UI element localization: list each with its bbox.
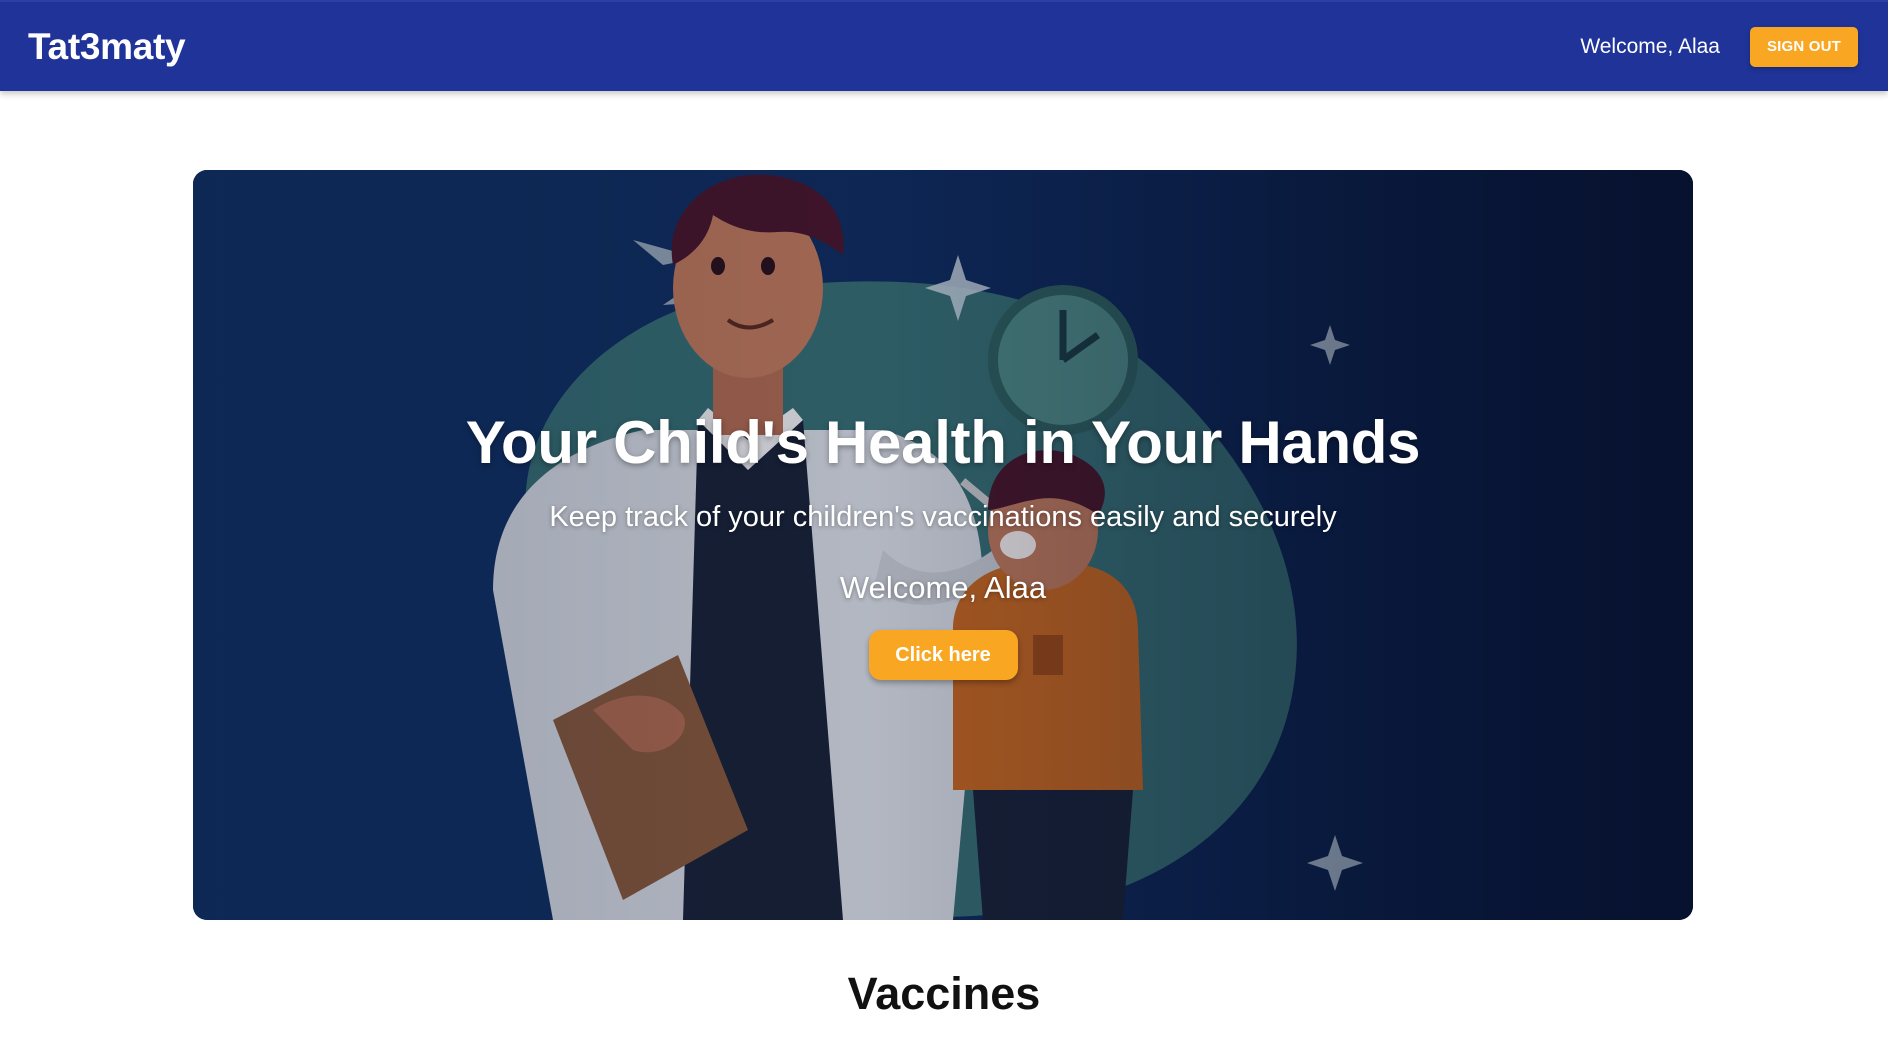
hero-subtitle: Keep track of your children's vaccinatio… (549, 501, 1337, 533)
app-header: Tat3maty Welcome, Alaa SIGN OUT (0, 0, 1888, 91)
brand-logo[interactable]: Tat3maty (28, 26, 186, 68)
sign-out-button[interactable]: SIGN OUT (1750, 26, 1858, 67)
hero-welcome-text: Welcome, Alaa (839, 570, 1047, 605)
hero-banner: Your Child's Health in Your Hands Keep t… (193, 170, 1693, 920)
user-greeting: Welcome, Alaa (1580, 34, 1720, 58)
header-actions: Welcome, Alaa SIGN OUT (1580, 26, 1858, 67)
click-here-button[interactable]: Click here (868, 630, 1018, 680)
vaccines-section-title: Vaccines (847, 968, 1041, 1019)
hero-content: Your Child's Health in Your Hands Keep t… (193, 170, 1693, 920)
hero-title: Your Child's Health in Your Hands (465, 409, 1421, 476)
